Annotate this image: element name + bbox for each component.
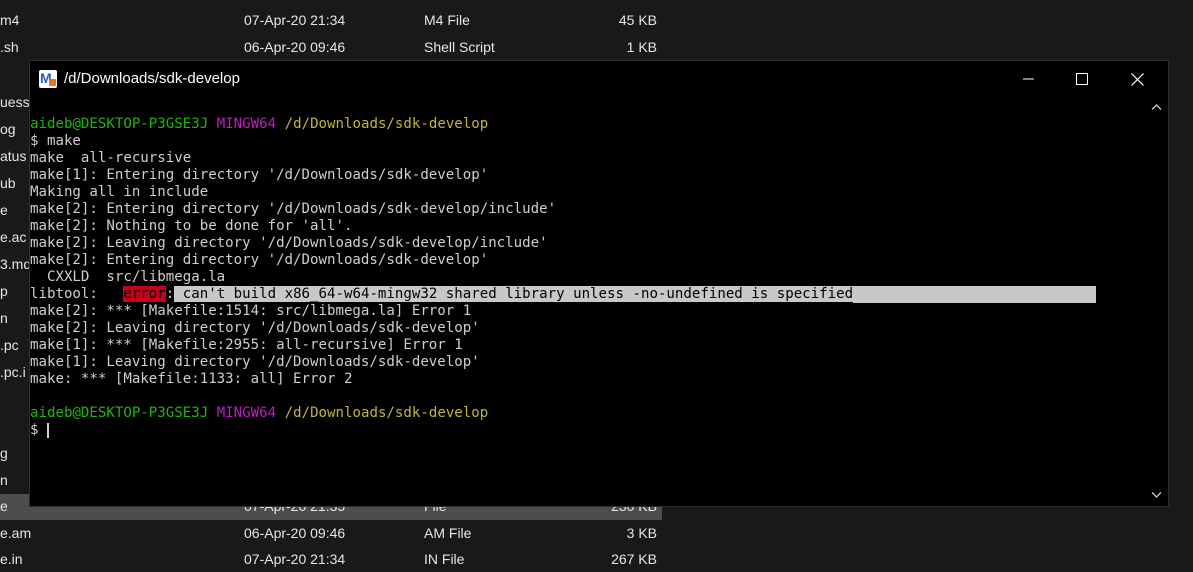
file-name-partial[interactable]: 3.md — [0, 256, 30, 272]
file-name: .sh — [0, 39, 19, 55]
prompt-user: aideb@DESKTOP-P3GSE3J — [30, 116, 209, 132]
output-line: make[2]: *** [Makefile:1514: src/libmega… — [30, 303, 472, 319]
prompt-env: MINGW64 — [216, 116, 277, 132]
text-cursor — [46, 422, 49, 438]
file-date: 06-Apr-20 09:46 — [244, 525, 346, 541]
file-name-partial[interactable]: e — [0, 202, 30, 218]
window-title: /d/Downloads/sdk-develop — [64, 70, 240, 87]
output-line: make: *** [Makefile:1133: all] Error 2 — [30, 371, 353, 387]
scroll-down-icon[interactable] — [1151, 490, 1162, 502]
file-name-partial[interactable]: .pc — [0, 337, 30, 353]
error-label: error — [123, 286, 166, 302]
file-size: 267 KB — [611, 551, 657, 567]
file-name-partial[interactable]: uess — [0, 94, 30, 110]
vertical-scrollbar[interactable] — [1146, 98, 1168, 506]
file-name-partial[interactable]: .pc.i — [0, 364, 30, 380]
prompt-env: MINGW64 — [216, 405, 277, 421]
error-prefix: libtool: — [30, 286, 124, 302]
minimize-button[interactable] — [1006, 61, 1052, 98]
file-row[interactable]: e.in 07-Apr-20 21:34 IN File 267 KB — [0, 546, 662, 572]
prompt-line: aideb@DESKTOP-P3GSE3J MINGW64 /d/Downloa… — [30, 116, 1146, 133]
maximize-button[interactable] — [1059, 61, 1105, 98]
error-message-selected[interactable]: can't build x86_64-w64-mingw32 shared li… — [174, 286, 854, 302]
selection-fill — [853, 286, 1097, 303]
file-date: 07-Apr-20 21:34 — [244, 551, 346, 567]
close-icon — [1130, 73, 1144, 86]
file-name: e.in — [0, 551, 23, 567]
file-row[interactable]: m4 07-Apr-20 21:34 M4 File 45 KB — [0, 7, 662, 33]
output-line: make all-recursive — [30, 150, 192, 166]
output-line: make[2]: Nothing to be done for 'all'. — [30, 218, 353, 234]
file-name: e.am — [0, 525, 32, 541]
file-size: 1 KB — [626, 39, 657, 55]
output-line: make[2]: Leaving directory '/d/Downloads… — [30, 235, 548, 251]
mintty-icon[interactable]: M — [39, 70, 57, 88]
file-name-partial[interactable]: e.ac — [0, 229, 30, 245]
file-name-partial[interactable]: g — [0, 445, 30, 461]
file-name: m4 — [0, 12, 20, 28]
output-line: make[1]: *** [Makefile:2955: all-recursi… — [30, 337, 463, 353]
file-type: Shell Script — [424, 39, 495, 55]
file-name-partial[interactable]: atus — [0, 148, 30, 164]
file-name-partial[interactable]: n — [0, 472, 30, 488]
close-button[interactable] — [1114, 61, 1160, 98]
output-line: Making all in include — [30, 184, 209, 200]
file-row[interactable]: e.am 06-Apr-20 09:46 AM File 3 KB — [0, 520, 662, 546]
output-line: make[1]: Leaving directory '/d/Downloads… — [30, 354, 480, 370]
file-date: 07-Apr-20 21:34 — [244, 12, 346, 28]
prompt-path: /d/Downloads/sdk-develop — [284, 405, 489, 421]
file-size: 45 KB — [618, 12, 657, 28]
output-line: make[2]: Entering directory '/d/Download… — [30, 201, 557, 217]
file-name-partial[interactable]: ub — [0, 175, 30, 191]
file-name-partial[interactable]: p — [0, 283, 30, 299]
input-line[interactable]: $ — [30, 422, 1146, 439]
prompt-path: /d/Downloads/sdk-develop — [284, 116, 489, 132]
file-type: AM File — [424, 525, 472, 541]
error-line: libtool: error: can't build x86_64-w64-m… — [30, 286, 1146, 303]
maximize-icon — [1076, 73, 1088, 85]
output-line: make[1]: Entering directory '/d/Download… — [30, 167, 489, 183]
scroll-up-icon[interactable] — [1151, 102, 1162, 114]
prompt-symbol: $ — [30, 422, 39, 438]
file-name-partial[interactable]: og — [0, 121, 30, 137]
prompt-line: aideb@DESKTOP-P3GSE3J MINGW64 /d/Downloa… — [30, 405, 1146, 422]
file-row[interactable]: .sh 06-Apr-20 09:46 Shell Script 1 KB — [0, 34, 662, 60]
file-type: M4 File — [424, 12, 470, 28]
command-line: $ make — [30, 133, 81, 149]
file-size: 3 KB — [626, 525, 657, 541]
file-name: e — [0, 498, 8, 514]
file-name-partial[interactable]: n — [0, 310, 30, 326]
prompt-user: aideb@DESKTOP-P3GSE3J — [30, 405, 209, 421]
error-colon: : — [165, 286, 175, 302]
terminal-window[interactable]: M /d/Downloads/sdk-develop aideb@DESKTOP… — [29, 60, 1169, 507]
file-date: 06-Apr-20 09:46 — [244, 39, 346, 55]
file-type: IN File — [424, 551, 465, 567]
title-bar[interactable]: M /d/Downloads/sdk-develop — [30, 61, 1168, 98]
terminal-output[interactable]: aideb@DESKTOP-P3GSE3J MINGW64 /d/Downloa… — [30, 98, 1146, 506]
output-line: make[2]: Leaving directory '/d/Downloads… — [30, 320, 480, 336]
minimize-icon — [1023, 78, 1034, 80]
output-line: CXXLD src/libmega.la — [30, 269, 226, 285]
output-line: make[2]: Entering directory '/d/Download… — [30, 252, 489, 268]
